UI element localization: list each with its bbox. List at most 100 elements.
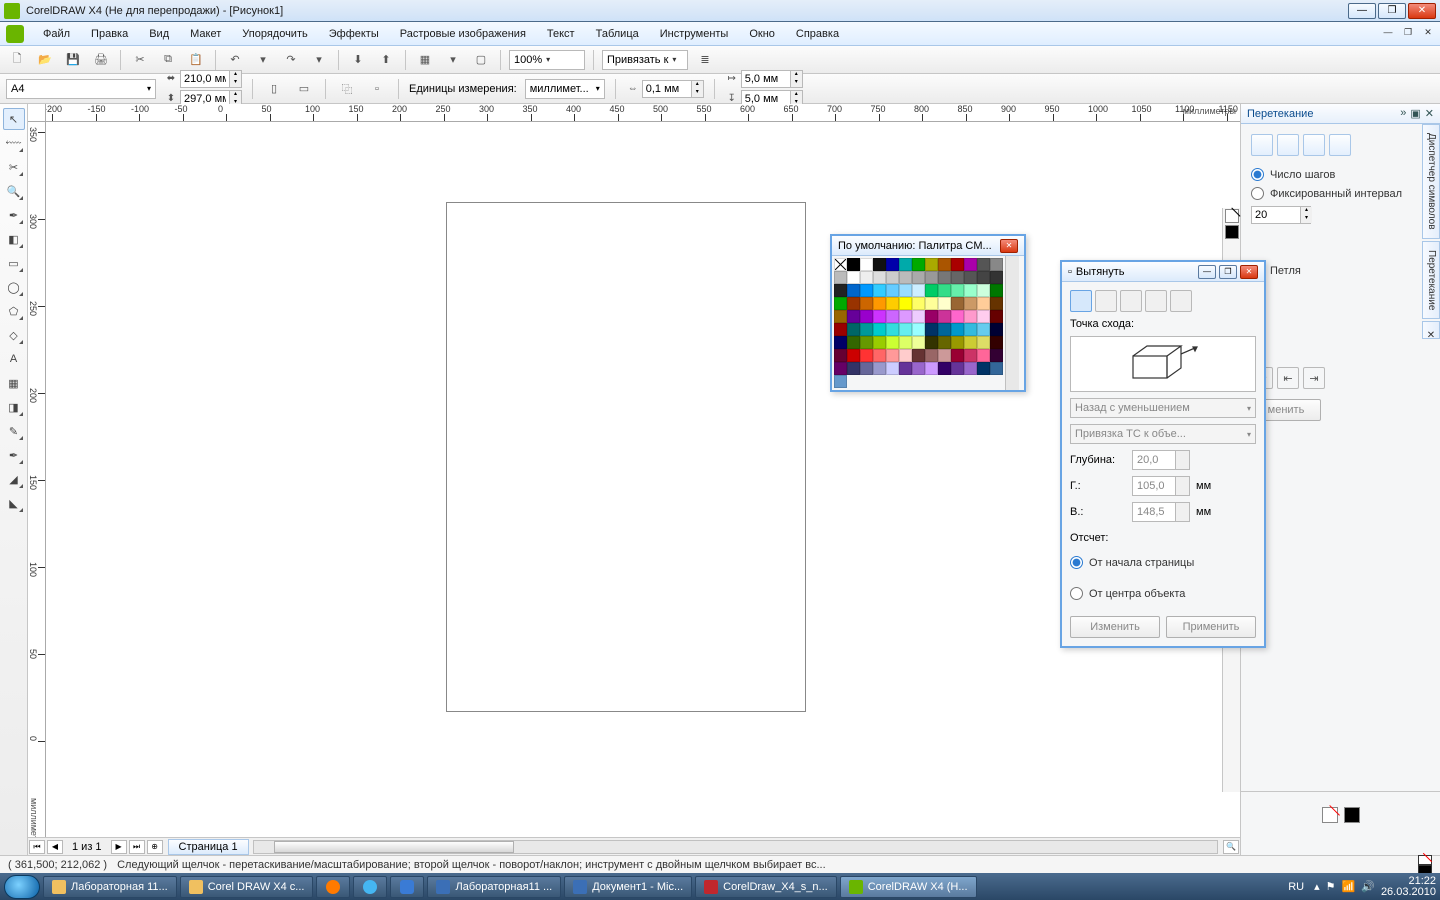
redo-drop-icon[interactable]: ▾	[308, 49, 330, 71]
horizontal-ruler[interactable]: миллиметры -200-150-100-5005010015020025…	[46, 104, 1240, 122]
outline-tool[interactable]: ✒	[3, 444, 25, 466]
current-page-icon[interactable]: ▫	[366, 78, 388, 100]
menu-edit[interactable]: Правка	[81, 25, 138, 43]
system-tray[interactable]: RU ▴ ⚑ 📶 🔊 21:22 26.03.2010	[1284, 876, 1436, 898]
extrude-max-icon[interactable]: ❐	[1219, 265, 1237, 279]
extrude-from-obj-radio[interactable]: От центра объекта	[1070, 587, 1256, 600]
doc-restore-button[interactable]: ❐	[1400, 25, 1416, 39]
app-drop-icon[interactable]: ▾	[442, 49, 464, 71]
blend-steps-radio[interactable]: Число шагов	[1251, 168, 1430, 181]
options-icon[interactable]: ≣	[694, 49, 716, 71]
extrude-apply-button[interactable]: Применить	[1166, 616, 1256, 638]
zoom-tool[interactable]: 🔍	[3, 180, 25, 202]
ellipse-tool[interactable]: ◯	[3, 276, 25, 298]
outline-color-icon[interactable]	[1344, 807, 1360, 823]
palette-title[interactable]: По умолчанию: Палитра CM... ✕	[832, 236, 1024, 256]
blend-steps-icon[interactable]	[1251, 134, 1273, 156]
interactive-fill-tool[interactable]: ◣	[3, 492, 25, 514]
snap-combo[interactable]: Привязать к▾	[602, 50, 688, 70]
extrude-tab-color[interactable]	[1145, 290, 1167, 312]
palette-scrollbar[interactable]	[1005, 256, 1019, 390]
tray-up-icon[interactable]: ▴	[1314, 880, 1320, 893]
all-pages-icon[interactable]: ⿻	[336, 78, 358, 100]
export-icon[interactable]: ⬆	[375, 49, 397, 71]
zoom-combo[interactable]: 100%▾	[509, 50, 585, 70]
blend-end-icon[interactable]: ⇥	[1303, 367, 1325, 389]
task-item-0[interactable]: Лабораторная 11...	[43, 876, 177, 898]
doc-close-button[interactable]: ✕	[1420, 25, 1436, 39]
import-icon[interactable]: ⬇	[347, 49, 369, 71]
text-tool[interactable]: A	[3, 348, 25, 370]
extrude-tab-bevel[interactable]	[1170, 290, 1192, 312]
start-button[interactable]	[4, 875, 40, 899]
app-launcher-icon[interactable]: ▦	[414, 49, 436, 71]
undo-drop-icon[interactable]: ▾	[252, 49, 274, 71]
page-width-input[interactable]: ▴▾	[180, 70, 242, 88]
extrude-from-page-radio[interactable]: От начала страницы	[1070, 556, 1256, 569]
duplicate-x-input[interactable]: ▴▾	[741, 70, 803, 88]
extrude-h-input[interactable]: 105,0	[1132, 476, 1190, 496]
ruler-origin[interactable]	[28, 104, 46, 122]
lang-indicator[interactable]: RU	[1284, 881, 1308, 893]
extrude-type-select[interactable]: Назад с уменьшением	[1070, 398, 1256, 418]
extrude-title[interactable]: ▫Вытянуть — ❐ ✕	[1062, 262, 1264, 282]
menu-help[interactable]: Справка	[786, 25, 849, 43]
menu-text[interactable]: Текст	[537, 25, 585, 43]
polygon-tool[interactable]: ⬠	[3, 300, 25, 322]
units-select[interactable]: миллимет...	[525, 79, 605, 99]
blend-fixed-radio[interactable]: Фиксированный интервал	[1251, 187, 1430, 200]
task-item-3[interactable]	[353, 876, 387, 898]
menu-bitmaps[interactable]: Растровые изображения	[390, 25, 536, 43]
copy-icon[interactable]: ⧉	[157, 49, 179, 71]
blend-start-icon[interactable]: ⇤	[1277, 367, 1299, 389]
paper-size-select[interactable]: A4	[6, 79, 156, 99]
menu-table[interactable]: Таблица	[586, 25, 649, 43]
blend-tab[interactable]: Перетекание	[1422, 241, 1440, 319]
next-page-button[interactable]: ▶	[111, 840, 127, 854]
first-page-button[interactable]: ⏮	[29, 840, 45, 854]
redo-icon[interactable]: ↷	[280, 49, 302, 71]
docker-close-icon[interactable]: ✕	[1425, 107, 1434, 120]
save-icon[interactable]: 💾	[62, 49, 84, 71]
extrude-close-icon[interactable]: ✕	[1240, 265, 1258, 279]
undo-icon[interactable]: ↶	[224, 49, 246, 71]
menu-tools[interactable]: Инструменты	[650, 25, 739, 43]
horizontal-scrollbar[interactable]	[253, 840, 1218, 854]
extrude-lock-select[interactable]: Привязка ТС к объе...	[1070, 424, 1256, 444]
eyedropper-tool[interactable]: ✎	[3, 420, 25, 442]
tray-vol-icon[interactable]: 🔊	[1361, 880, 1375, 893]
extrude-panel[interactable]: ▫Вытянуть — ❐ ✕ Точка схода: Назад с уме…	[1060, 260, 1266, 648]
minimize-button[interactable]: —	[1348, 3, 1376, 19]
task-item-4[interactable]	[390, 876, 424, 898]
task-item-7[interactable]: CorelDraw_X4_s_n...	[695, 876, 837, 898]
open-icon[interactable]: 📂	[34, 49, 56, 71]
blend-docker-header[interactable]: Перетекание »▣✕	[1241, 104, 1440, 124]
doc-minimize-button[interactable]: —	[1380, 25, 1396, 39]
palette-close-icon[interactable]: ✕	[1000, 239, 1018, 253]
tray-flag-icon[interactable]: ⚑	[1326, 880, 1336, 893]
fill-tool[interactable]: ◢	[3, 468, 25, 490]
cut-icon[interactable]: ✂	[129, 49, 151, 71]
extrude-depth-input[interactable]: 20,0	[1132, 450, 1190, 470]
menu-window[interactable]: Окно	[739, 25, 785, 43]
tray-net-icon[interactable]: 📶	[1342, 880, 1356, 893]
blend-misc-icon[interactable]	[1329, 134, 1351, 156]
maximize-button[interactable]: ❐	[1378, 3, 1406, 19]
menu-file[interactable]: Файл	[33, 25, 80, 43]
docker-expand-icon[interactable]: ✕	[1422, 321, 1440, 339]
freehand-tool[interactable]: ✒	[3, 204, 25, 226]
blend-loop-check[interactable]: Петля	[1251, 264, 1430, 277]
interactive-tool[interactable]: ◨	[3, 396, 25, 418]
close-button[interactable]: ✕	[1408, 3, 1436, 19]
task-item-2[interactable]	[316, 876, 350, 898]
extrude-edit-button[interactable]: Изменить	[1070, 616, 1160, 638]
palette-grid[interactable]	[832, 256, 1005, 390]
zoom-slider-icon[interactable]: 🔍	[1223, 840, 1239, 854]
print-icon[interactable]: 🖨	[90, 49, 112, 71]
menu-effects[interactable]: Эффекты	[319, 25, 389, 43]
clock[interactable]: 21:22 26.03.2010	[1381, 876, 1436, 898]
extrude-tab-rotation[interactable]	[1095, 290, 1117, 312]
palette-panel[interactable]: По умолчанию: Палитра CM... ✕	[830, 234, 1026, 392]
fill-swatch[interactable]	[1418, 855, 1432, 865]
crop-tool[interactable]: ✂	[3, 156, 25, 178]
